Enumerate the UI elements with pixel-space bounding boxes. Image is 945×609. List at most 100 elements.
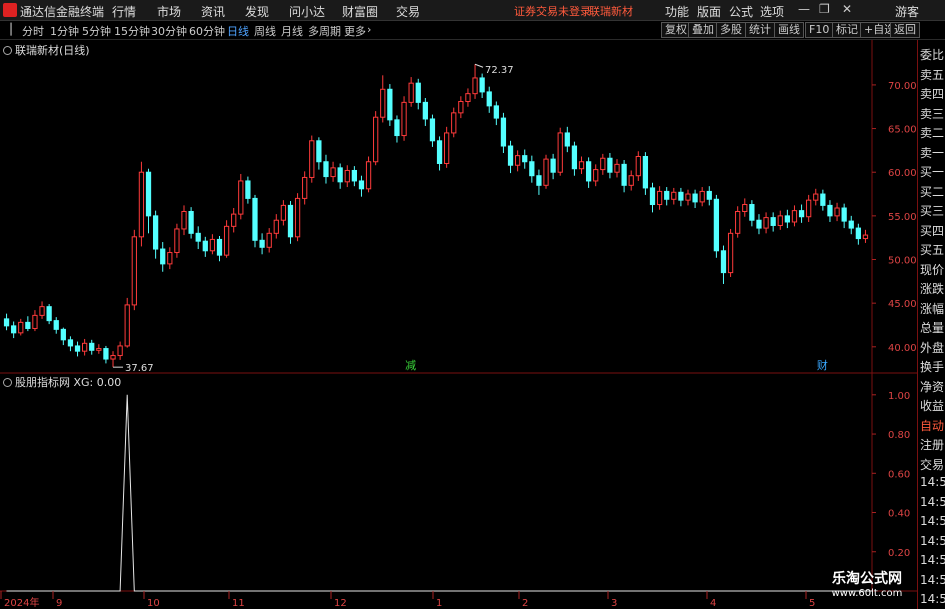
- candle-body: [678, 191, 684, 201]
- main-pane-title-text: 联瑞新材(日线): [15, 44, 90, 57]
- candle-body: [593, 169, 599, 182]
- side-panel-item: 外盘: [920, 340, 945, 355]
- side-panel-item: 涨跌: [920, 282, 945, 296]
- side-panel-item: 涨幅: [920, 301, 945, 316]
- candle-body: [458, 101, 464, 114]
- candle-body: [642, 156, 649, 189]
- x-tick-label: 10: [147, 598, 160, 609]
- close-icon[interactable]: ✕: [842, 2, 852, 16]
- period-30min[interactable]: 30分钟: [151, 23, 187, 39]
- period-15min[interactable]: 15分钟: [114, 23, 150, 39]
- menu-news[interactable]: 资讯: [201, 3, 225, 20]
- period-intraday[interactable]: 分时: [22, 23, 44, 39]
- minimize-icon[interactable]: —: [798, 2, 810, 16]
- menu-market[interactable]: 市场: [157, 3, 181, 20]
- candle-body: [415, 82, 421, 103]
- side-panel-item[interactable]: 交易: [920, 456, 944, 473]
- menu-function[interactable]: 功能: [665, 3, 689, 20]
- candle-body: [380, 88, 386, 118]
- candle-body: [330, 167, 336, 178]
- candle-body: [11, 325, 17, 334]
- menu-discover[interactable]: 发现: [245, 3, 269, 20]
- candle-body: [238, 180, 244, 215]
- mark-button[interactable]: 标记: [832, 22, 862, 38]
- overlay-button[interactable]: 叠加: [688, 22, 718, 38]
- side-panel-item: 买二: [920, 184, 945, 199]
- period-toolbar: ▕ 分时 1分钟 5分钟 15分钟 30分钟 60分钟 日线 周线 月线 多周期…: [0, 21, 945, 40]
- candle-body: [444, 132, 450, 164]
- multi-stock-button[interactable]: 多股: [716, 22, 746, 38]
- candle-body: [656, 190, 663, 206]
- candle-body: [387, 88, 393, 121]
- period-weekly[interactable]: 周线: [254, 23, 276, 39]
- candle-body: [543, 158, 549, 186]
- candle-body: [302, 176, 308, 199]
- candle-body: [848, 220, 854, 229]
- candle-body: [784, 215, 790, 223]
- side-panel-item: 收益: [920, 399, 945, 413]
- x-tick-label: 3: [611, 598, 617, 609]
- period-60min[interactable]: 60分钟: [189, 23, 225, 39]
- candle-body: [3, 318, 10, 327]
- restore-icon[interactable]: ❐: [819, 2, 830, 16]
- period-multi[interactable]: 多周期: [308, 23, 341, 39]
- x-tick-label: 12: [334, 598, 347, 609]
- kline-chart[interactable]: 72.3737.67 减财 70.0065.0060.0055.0050.0045…: [0, 40, 917, 609]
- candle-body: [294, 197, 301, 238]
- period-daily[interactable]: 日线: [227, 23, 249, 39]
- candle-body: [259, 239, 265, 248]
- ind-tick-label: 0.40: [888, 509, 910, 520]
- draw-line-button[interactable]: 画线: [774, 22, 804, 38]
- candle-body: [614, 163, 620, 173]
- candle-body: [834, 207, 840, 217]
- candle-body: [223, 225, 230, 256]
- login-warning[interactable]: 证券交易未登录: [514, 3, 591, 19]
- menu-layout[interactable]: 版面: [697, 3, 721, 20]
- period-scroll-icon[interactable]: ▕: [3, 23, 11, 36]
- pane-toggle-icon[interactable]: [3, 46, 12, 55]
- candle-body: [25, 321, 31, 329]
- candle-body: [862, 234, 869, 240]
- side-panel-item: 14:56: [920, 572, 945, 587]
- candle-body: [585, 161, 592, 182]
- menu-options[interactable]: 选项: [760, 3, 784, 20]
- app-title: 通达信金融终端: [20, 5, 105, 19]
- period-5min[interactable]: 5分钟: [82, 23, 111, 39]
- back-button[interactable]: 返回: [890, 22, 920, 38]
- candle-body: [735, 211, 741, 234]
- menu-formula[interactable]: 公式: [729, 3, 753, 20]
- candle-body: [564, 132, 570, 147]
- candle-body: [188, 211, 194, 234]
- stats-button[interactable]: 统计: [745, 22, 775, 38]
- menu-wealth-circle[interactable]: 财富圈: [342, 3, 378, 20]
- side-panel-item: 买四: [920, 223, 945, 238]
- f10-button[interactable]: F10: [805, 22, 834, 38]
- candle-body: [103, 348, 109, 360]
- guest-label[interactable]: 游客: [895, 3, 919, 20]
- candle-body: [373, 116, 379, 163]
- side-panel-item[interactable]: 自动: [920, 417, 944, 434]
- period-1min[interactable]: 1分钟: [50, 23, 79, 39]
- menu-ask-xiaoda[interactable]: 问小达: [289, 3, 325, 20]
- candle-body: [607, 157, 613, 173]
- indicator-toggle-icon[interactable]: [3, 378, 12, 387]
- more-chevron-icon[interactable]: ›: [367, 23, 371, 36]
- candle-body: [472, 77, 478, 95]
- side-panel-item: 14:55: [920, 494, 945, 509]
- candle-body: [536, 175, 542, 186]
- menu-trade[interactable]: 交易: [396, 3, 420, 20]
- candle-body: [280, 204, 287, 221]
- x-tick-label: 1: [436, 598, 442, 609]
- candle-body: [820, 193, 826, 206]
- period-monthly[interactable]: 月线: [281, 23, 303, 39]
- y-tick-label: 40.00: [888, 343, 917, 354]
- candle-body: [600, 157, 606, 171]
- candle-body: [841, 207, 847, 222]
- candle-body: [713, 198, 720, 252]
- side-panel-item[interactable]: 注册: [920, 436, 944, 453]
- menu-quotes[interactable]: 行情: [112, 3, 136, 20]
- adjust-button[interactable]: 复权: [661, 22, 691, 38]
- side-panel-item: 14:55: [920, 475, 945, 489]
- period-more[interactable]: 更多: [344, 23, 366, 39]
- candle-body: [465, 93, 471, 103]
